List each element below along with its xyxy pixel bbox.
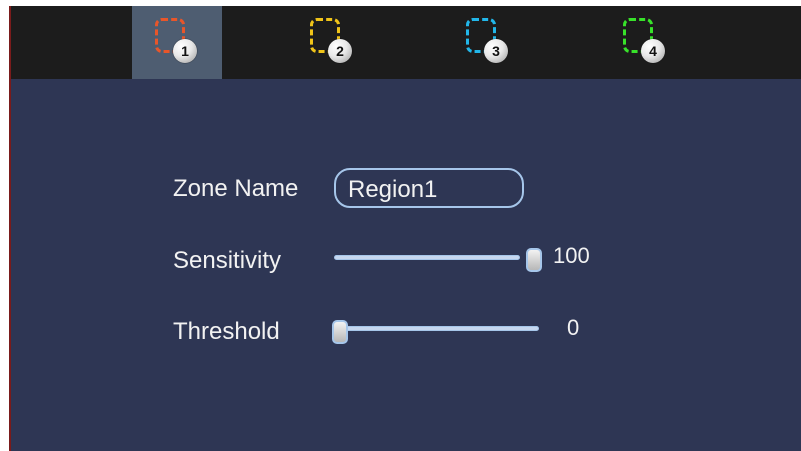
sensitivity-slider-handle[interactable] (526, 248, 542, 272)
zone-number-badge: 2 (328, 39, 352, 63)
zone-number-badge: 4 (641, 39, 665, 63)
sensitivity-value: 100 (553, 243, 590, 268)
sensitivity-label: Sensitivity (173, 247, 282, 274)
threshold-slider-track[interactable] (341, 326, 539, 331)
zone-tab-1[interactable]: 1 (132, 6, 222, 79)
threshold-value: 0 (567, 315, 580, 340)
zone-toolbar: 1 2 3 4 (11, 6, 801, 79)
zone-number-badge: 3 (484, 39, 508, 63)
zone-name-label: Zone Name (173, 175, 299, 202)
zone-name-input[interactable] (334, 168, 524, 208)
threshold-label: Threshold (173, 318, 280, 345)
zone-tab-2[interactable]: 2 (287, 6, 377, 79)
motion-detect-window: 1 2 3 4 Zone Name Sensitivity 100 Thresh… (9, 6, 801, 451)
sensitivity-slider-track[interactable] (334, 255, 520, 260)
zone-tab-3[interactable]: 3 (443, 6, 533, 79)
zone-tab-4[interactable]: 4 (600, 6, 690, 79)
threshold-slider-handle[interactable] (332, 320, 348, 344)
zone-number-badge: 1 (173, 39, 197, 63)
